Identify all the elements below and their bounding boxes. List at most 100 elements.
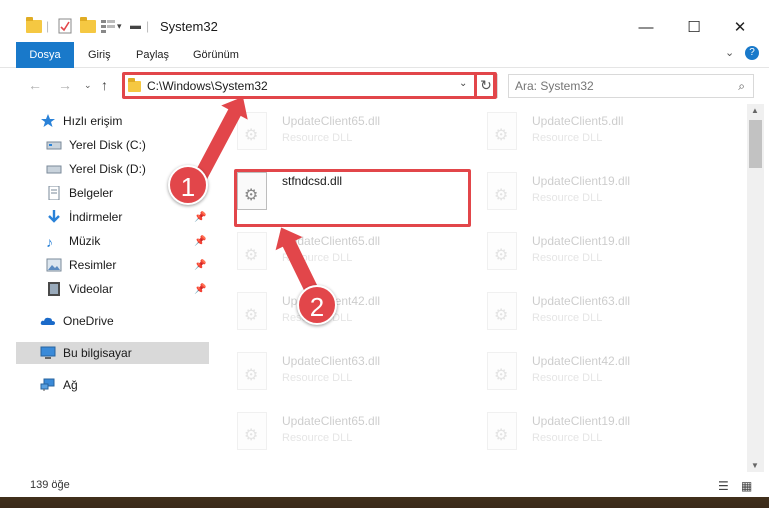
- sidebar-item-drive-d[interactable]: Yerel Disk (D:): [46, 158, 146, 180]
- list-item[interactable]: UpdateClient63.dll Resource DLL: [462, 288, 682, 338]
- qa-separator: |: [46, 19, 50, 33]
- list-item[interactable]: UpdateClient65.dll Resource DLL: [212, 408, 432, 458]
- maximize-button[interactable]: ☐: [674, 12, 714, 42]
- properties-icon[interactable]: [58, 16, 72, 36]
- list-item[interactable]: UpdateClient19.dll Resource DLL: [462, 168, 682, 218]
- sidebar-item-network[interactable]: Ağ: [40, 374, 78, 396]
- sidebar-item-label: Yerel Disk (D:): [69, 162, 146, 176]
- pin-icon[interactable]: 📌: [194, 284, 206, 295]
- navigation-pane: Hızlı erişim Yerel Disk (C:) Yerel Disk …: [0, 108, 212, 460]
- window-title: System32: [160, 19, 218, 34]
- recent-locations-icon[interactable]: ⌄: [84, 80, 92, 91]
- download-icon: [46, 210, 62, 224]
- sidebar-item-label: Bu bilgisayar: [63, 346, 132, 360]
- tab-file[interactable]: Dosya: [16, 42, 74, 68]
- list-item[interactable]: UpdateClient19.dll Resource DLL: [462, 408, 682, 458]
- sidebar-item-this-pc[interactable]: Bu bilgisayar: [40, 342, 132, 364]
- ribbon-tabs: Dosya Giriş Paylaş Görünüm ⌄ ?: [0, 42, 769, 68]
- dll-file-icon: [487, 352, 517, 390]
- file-name: UpdateClient5.dll: [532, 114, 624, 128]
- back-button[interactable]: ←: [28, 77, 42, 93]
- forward-button[interactable]: →: [58, 77, 72, 93]
- qa-separator: |: [146, 19, 150, 33]
- scrollbar-thumb[interactable]: [749, 120, 762, 168]
- pin-icon[interactable]: 📌: [194, 212, 206, 223]
- file-name: UpdateClient65.dll: [282, 414, 381, 428]
- file-name: UpdateClient63.dll: [282, 354, 381, 368]
- item-count: 139 öğe: [30, 479, 70, 491]
- sidebar-item-videos[interactable]: Videolar: [46, 278, 113, 300]
- dll-file-icon: [487, 112, 517, 150]
- file-name: UpdateClient42.dll: [532, 354, 631, 368]
- step-badge-1: 1: [168, 165, 208, 205]
- sidebar-item-music[interactable]: ♪ Müzik: [46, 230, 100, 252]
- list-item[interactable]: UpdateClient19.dll Resource DLL: [462, 228, 682, 278]
- sidebar-item-label: Yerel Disk (C:): [69, 138, 146, 152]
- new-folder-icon[interactable]: [80, 16, 96, 36]
- dll-file-icon: [237, 352, 267, 390]
- file-type: Resource DLL: [532, 372, 603, 384]
- qa-dropdown-icon[interactable]: ▾: [117, 16, 122, 36]
- list-item[interactable]: UpdateClient63.dll Resource DLL: [212, 348, 432, 398]
- tab-view[interactable]: Görünüm: [193, 42, 239, 68]
- file-name: UpdateClient63.dll: [532, 294, 631, 308]
- qa-menu-icon[interactable]: ▬: [130, 16, 141, 36]
- scroll-down-icon[interactable]: ▼: [751, 461, 759, 470]
- cloud-icon: [40, 314, 56, 328]
- drive-icon: [46, 162, 62, 176]
- file-type: Resource DLL: [532, 432, 603, 444]
- sidebar-item-onedrive[interactable]: OneDrive: [40, 310, 114, 332]
- document-icon: [46, 185, 62, 201]
- search-field[interactable]: ⌕: [508, 74, 754, 98]
- refresh-highlight-box: [474, 72, 497, 99]
- file-type: Resource DLL: [532, 252, 603, 264]
- file-name: UpdateClient19.dll: [532, 174, 631, 188]
- minimize-button[interactable]: —: [626, 12, 666, 42]
- up-button[interactable]: ↑: [101, 77, 108, 93]
- title-bar: | ▾ ▬ | System32 — ☐ ✕: [0, 0, 769, 42]
- dll-file-icon: [487, 172, 517, 210]
- file-highlight-box: [234, 169, 471, 227]
- file-name: UpdateClient65.dll: [282, 114, 381, 128]
- sidebar-item-pictures[interactable]: Resimler: [46, 254, 116, 276]
- large-icons-view-icon[interactable]: ▦: [741, 479, 752, 493]
- tab-share[interactable]: Paylaş: [136, 42, 169, 68]
- pin-icon[interactable]: 📌: [194, 260, 206, 271]
- file-type: Resource DLL: [532, 312, 603, 324]
- tab-home[interactable]: Giriş: [88, 42, 111, 68]
- file-name: UpdateClient19.dll: [532, 414, 631, 428]
- dll-file-icon: [237, 112, 267, 150]
- file-type: Resource DLL: [532, 192, 603, 204]
- vertical-scrollbar[interactable]: ▲ ▼: [747, 104, 764, 472]
- file-name: UpdateClient19.dll: [532, 234, 631, 248]
- customize-qa-icon[interactable]: [101, 16, 115, 36]
- pictures-icon: [46, 258, 62, 272]
- drive-icon: [46, 138, 62, 152]
- help-icon[interactable]: ?: [745, 46, 759, 60]
- scroll-up-icon[interactable]: ▲: [751, 106, 759, 115]
- sidebar-item-label: Hızlı erişim: [63, 114, 123, 128]
- network-icon: [40, 378, 56, 392]
- file-type: Resource DLL: [532, 132, 603, 144]
- list-item[interactable]: UpdateClient5.dll Resource DLL: [462, 108, 682, 158]
- expand-ribbon-icon[interactable]: ⌄: [725, 46, 734, 59]
- file-type: Resource DLL: [282, 432, 353, 444]
- dll-file-icon: [237, 292, 267, 330]
- details-view-icon[interactable]: ☰: [718, 479, 729, 493]
- sidebar-item-quick-access[interactable]: Hızlı erişim: [40, 110, 122, 132]
- status-bar: 139 öğe ☰ ▦: [0, 474, 769, 497]
- sidebar-item-label: İndirmeler: [69, 210, 123, 224]
- sidebar-item-label: Müzik: [69, 234, 101, 248]
- list-item[interactable]: UpdateClient65.dll Resource DLL: [212, 228, 432, 278]
- list-item[interactable]: UpdateClient42.dll Resource DLL: [462, 348, 682, 398]
- file-list: UpdateClient65.dll Resource DLL stfndcsd…: [212, 104, 747, 472]
- sidebar-item-downloads[interactable]: İndirmeler: [46, 206, 122, 228]
- search-input[interactable]: [515, 78, 715, 94]
- file-type: Resource DLL: [282, 372, 353, 384]
- close-button[interactable]: ✕: [720, 12, 760, 42]
- pin-icon[interactable]: 📌: [194, 236, 206, 247]
- sidebar-item-drive-c[interactable]: Yerel Disk (C:): [46, 134, 146, 156]
- computer-icon: [40, 346, 56, 360]
- sidebar-item-documents[interactable]: Belgeler: [46, 182, 113, 204]
- search-icon[interactable]: ⌕: [738, 79, 745, 94]
